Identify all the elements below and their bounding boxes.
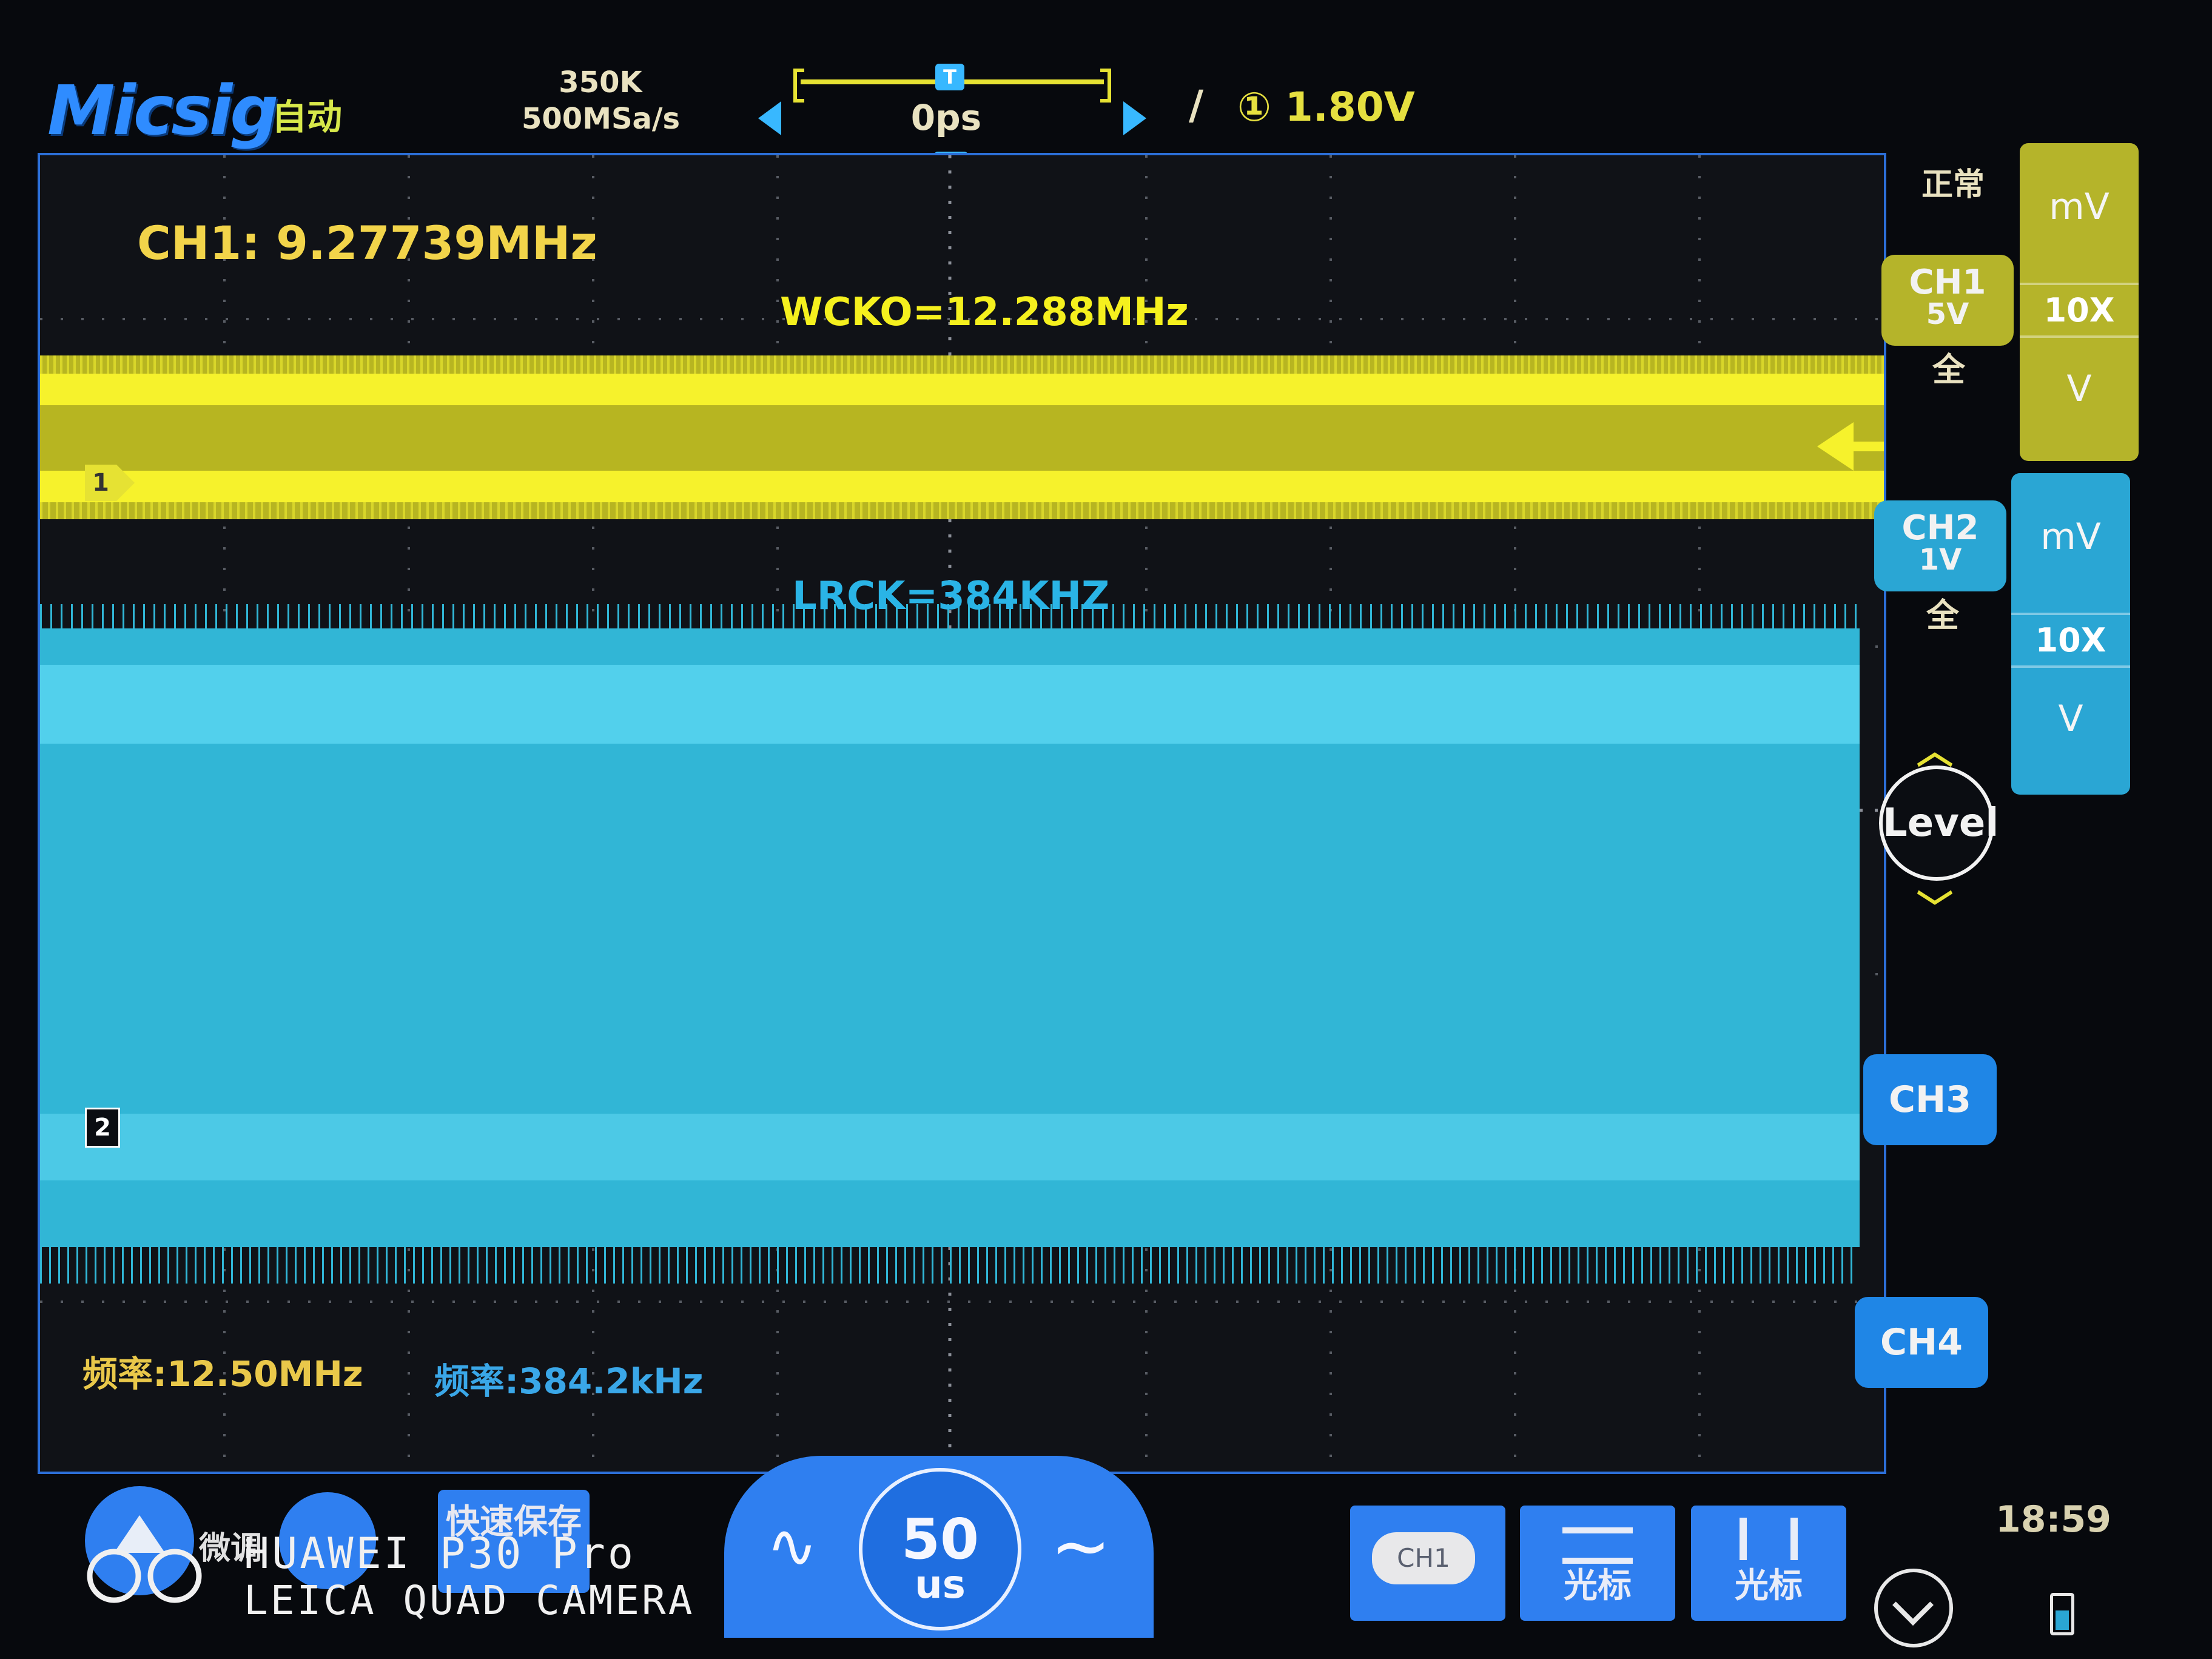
- ch1-scale: 5V: [1926, 297, 1969, 331]
- channel-select-button[interactable]: CH1: [1350, 1506, 1505, 1621]
- battery-icon: [2050, 1593, 2074, 1635]
- ch2-scale: 1V: [1918, 543, 1962, 577]
- level-button[interactable]: Level: [1879, 766, 1999, 881]
- level-down-icon[interactable]: ﹀: [1917, 880, 1953, 932]
- ch2-button[interactable]: CH2 1V: [1874, 500, 2006, 591]
- scroll-left-icon[interactable]: [758, 101, 781, 135]
- timebase-value: 50: [901, 1507, 980, 1572]
- bracket-left: [793, 69, 804, 103]
- ch3-button[interactable]: CH3: [1863, 1054, 1997, 1145]
- ch2-probe-ratio[interactable]: 10X: [2011, 613, 2130, 668]
- ch2-scale-adjust[interactable]: mV 10X V: [2011, 473, 2130, 795]
- ch2-v-button[interactable]: V: [2011, 698, 2130, 740]
- brand-logo: Micsig: [47, 72, 278, 150]
- clock: 18:59: [1995, 1498, 2111, 1541]
- ch4-button[interactable]: CH4: [1855, 1297, 1988, 1388]
- camera-watermark-logo: [87, 1549, 202, 1603]
- channel-pill: CH1: [1372, 1532, 1475, 1584]
- horizontal-cursor-button[interactable]: 光标: [1520, 1506, 1675, 1621]
- bracket-right: [1100, 69, 1111, 103]
- ch2-coupling[interactable]: 全: [1926, 588, 1959, 636]
- trigger-level-arrow-icon[interactable]: [1817, 422, 1854, 471]
- ch1-v-button[interactable]: V: [2020, 368, 2139, 410]
- horizontal-cursor-label: 光标: [1564, 1566, 1632, 1606]
- rising-edge-icon[interactable]: /: [1189, 82, 1203, 129]
- trigger-mode[interactable]: 自动: [272, 89, 342, 140]
- vertical-cursor-icon: [1740, 1518, 1798, 1560]
- ch2-offset-marker[interactable]: 2: [85, 1108, 120, 1148]
- scroll-right-icon[interactable]: [1123, 101, 1146, 135]
- ch1-probe-ratio[interactable]: 10X: [2020, 283, 2139, 338]
- acquisition-info[interactable]: 350K 500MSa/s: [522, 64, 681, 137]
- ch1-scale-adjust[interactable]: mV 10X V: [2020, 143, 2139, 461]
- ch1-frequency-measurement: CH1: 9.27739MHz: [137, 216, 597, 270]
- timebase-decrease-icon[interactable]: ∿: [767, 1510, 818, 1581]
- horizontal-offset[interactable]: 0ps: [886, 97, 1007, 138]
- ch2-trace: [40, 604, 1860, 1284]
- waveform-display[interactable]: CH1: 9.27739MHz WCKO=12.288MHz LRCK=384K…: [38, 153, 1886, 1474]
- ch2-mv-button[interactable]: mV: [2011, 516, 2130, 558]
- ch1-annotation: WCKO=12.288MHz: [780, 290, 1189, 335]
- trigger-position-marker[interactable]: T: [935, 64, 964, 90]
- sample-rate: 500MSa/s: [522, 102, 681, 136]
- trigger-source: ①: [1237, 84, 1271, 130]
- ch2-frequency-readout: 频率:384.2kHz: [434, 1361, 704, 1402]
- ch1-trace: [40, 355, 1884, 519]
- timebase-dial[interactable]: 50 us: [859, 1468, 1021, 1630]
- trigger-level-arrow-tail: [1854, 442, 1884, 451]
- menu-chevron-icon[interactable]: [1874, 1569, 1953, 1647]
- trigger-level-value: 1.80V: [1285, 84, 1415, 130]
- ch1-coupling[interactable]: 全: [1932, 343, 1965, 391]
- timebase-unit: us: [915, 1563, 966, 1607]
- vertical-cursor-button[interactable]: 光标: [1691, 1506, 1846, 1621]
- ch1-name: CH1: [1909, 263, 1986, 302]
- vertical-cursor-label: 光标: [1735, 1566, 1803, 1606]
- watermark-device: HUAWEI P30 Pro: [244, 1529, 636, 1578]
- ch1-mv-button[interactable]: mV: [2020, 186, 2139, 228]
- timebase-increase-icon[interactable]: ∼: [1050, 1504, 1111, 1589]
- ch2-name: CH2: [1901, 508, 1979, 548]
- watermark-camera: LEICA QUAD CAMERA: [244, 1577, 695, 1624]
- memory-depth: 350K: [559, 66, 642, 99]
- ch1-button[interactable]: CH1 5V: [1881, 255, 2014, 346]
- ch1-offset-marker[interactable]: 1: [85, 465, 135, 501]
- acquisition-state[interactable]: 正常: [1921, 159, 1985, 204]
- timebase-control[interactable]: ∿ 50 us ∼: [724, 1456, 1154, 1638]
- trigger-level[interactable]: ① 1.80V: [1237, 84, 1415, 130]
- ch2-annotation: LRCK=384KHZ: [792, 574, 1110, 619]
- ch1-frequency-readout: 频率:12.50MHz: [82, 1353, 363, 1395]
